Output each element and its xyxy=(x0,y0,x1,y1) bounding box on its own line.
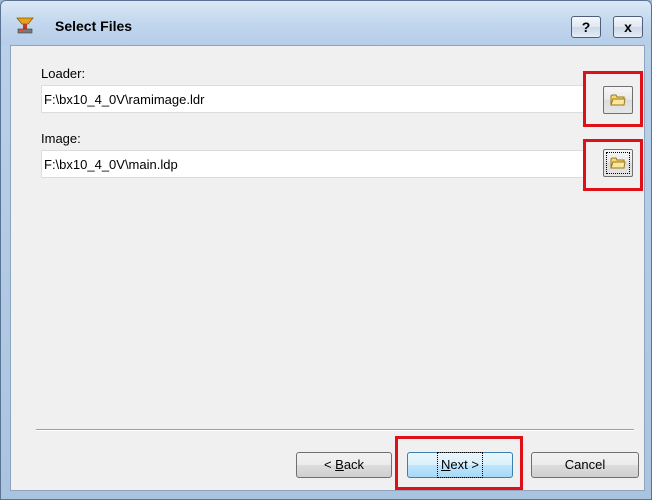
image-label: Image: xyxy=(41,131,81,146)
back-rest: ack xyxy=(343,457,365,472)
back-prefix: < xyxy=(323,457,336,472)
title-bar[interactable]: Select Files ? x xyxy=(1,1,651,45)
next-highlight xyxy=(395,436,523,490)
footer-separator xyxy=(36,429,634,431)
loader-label: Loader: xyxy=(41,66,86,81)
loader-browse-highlight xyxy=(583,71,643,127)
app-icon xyxy=(16,17,34,34)
back-button[interactable]: < Back xyxy=(296,452,392,478)
cancel-button[interactable]: Cancel xyxy=(531,452,639,478)
image-path-input[interactable]: F:\bx10_4_0V\main.ldp xyxy=(41,150,586,178)
close-button[interactable]: x xyxy=(613,16,643,38)
window-title: Select Files xyxy=(55,18,133,34)
dialog-body: Loader: F:\bx10_4_0V\ramimage.ldr Image:… xyxy=(10,45,645,491)
help-button[interactable]: ? xyxy=(571,16,601,38)
select-files-dialog: Select Files ? x Loader: F:\bx10_4_0V\ra… xyxy=(0,0,652,500)
loader-path-input[interactable]: F:\bx10_4_0V\ramimage.ldr xyxy=(41,85,586,113)
image-browse-highlight xyxy=(583,139,643,191)
back-accel: B xyxy=(335,457,344,472)
